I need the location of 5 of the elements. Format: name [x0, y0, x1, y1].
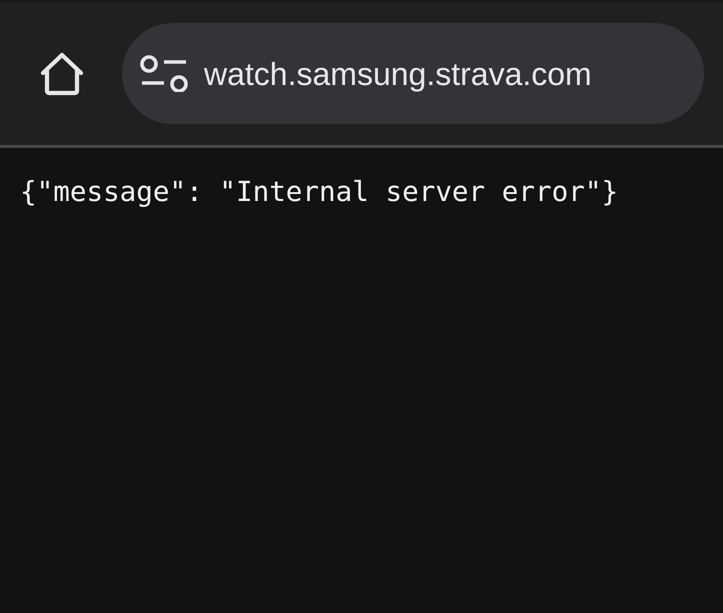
sliders-icon[interactable] [140, 55, 188, 92]
response-text: {"message": "Internal server error"} [20, 174, 618, 210]
address-bar[interactable]: watch.samsung.strava.com [122, 23, 704, 124]
home-icon[interactable] [39, 52, 85, 96]
url-text: watch.samsung.strava.com [204, 56, 592, 93]
